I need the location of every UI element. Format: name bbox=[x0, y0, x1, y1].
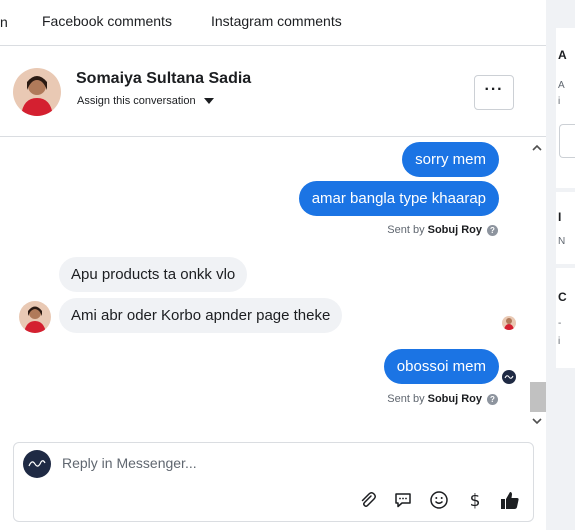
details-card: C - i bbox=[556, 268, 575, 368]
sent-by-name: Sobuj Roy bbox=[427, 393, 482, 405]
tab-partial[interactable]: n bbox=[0, 14, 8, 30]
message-scrollbar[interactable] bbox=[528, 138, 546, 430]
scroll-thumb[interactable] bbox=[530, 382, 546, 412]
message-incoming[interactable]: Ami abr oder Korbo apnder page theke bbox=[59, 298, 343, 333]
sent-by-name: Sobuj Roy bbox=[427, 224, 482, 236]
smiley-icon[interactable] bbox=[428, 489, 450, 511]
details-card-text: i bbox=[558, 336, 561, 347]
message-outgoing[interactable]: sorry mem bbox=[402, 142, 499, 177]
contact-avatar-small bbox=[19, 301, 51, 333]
inbox-tabs: n Facebook comments Instagram comments bbox=[0, 0, 546, 46]
scroll-up-icon[interactable] bbox=[528, 140, 546, 154]
reply-composer: $ bbox=[13, 442, 534, 522]
paperclip-icon[interactable] bbox=[357, 489, 379, 511]
caret-down-icon bbox=[203, 98, 214, 104]
details-card-text: - bbox=[558, 318, 562, 329]
contact-avatar[interactable] bbox=[13, 68, 61, 116]
dollar-icon[interactable]: $ bbox=[464, 489, 486, 511]
tab-facebook-comments[interactable]: Facebook comments bbox=[42, 13, 172, 29]
details-card-title: A bbox=[558, 48, 567, 62]
thumbs-up-icon[interactable] bbox=[499, 489, 521, 511]
scroll-down-icon[interactable] bbox=[528, 414, 546, 428]
tab-instagram-comments[interactable]: Instagram comments bbox=[211, 13, 342, 29]
page-avatar-small bbox=[502, 370, 516, 384]
message-outgoing[interactable]: obossoi mem bbox=[383, 349, 499, 384]
details-card: I N bbox=[556, 192, 575, 264]
sent-by-label: Sent by Sobuj Roy ? bbox=[387, 393, 498, 405]
message-thread: sorry mem amar bangla type khaarap Sent … bbox=[0, 138, 528, 430]
contact-name: Somaiya Sultana Sadia bbox=[76, 70, 252, 87]
help-icon[interactable]: ? bbox=[487, 393, 498, 405]
reply-input[interactable] bbox=[62, 455, 462, 471]
more-options-button[interactable]: ··· bbox=[474, 75, 514, 110]
message-incoming[interactable]: Apu products ta onkk vlo bbox=[59, 257, 248, 292]
details-card-text: N bbox=[558, 236, 566, 247]
help-icon[interactable]: ? bbox=[487, 224, 498, 236]
conversation-header: Somaiya Sultana Sadia Assign this conver… bbox=[0, 47, 546, 137]
message-outgoing[interactable]: amar bangla type khaarap bbox=[298, 181, 499, 216]
details-card-text: A bbox=[558, 80, 565, 91]
details-card-title: C bbox=[558, 290, 567, 304]
svg-text:$: $ bbox=[470, 491, 481, 510]
sent-by-prefix: Sent by bbox=[387, 224, 425, 236]
assign-label: Assign this conversation bbox=[77, 95, 196, 107]
more-icon: ··· bbox=[484, 80, 504, 98]
details-card-text: i bbox=[558, 96, 561, 107]
sent-by-prefix: Sent by bbox=[387, 393, 425, 405]
details-card-button[interactable] bbox=[559, 124, 575, 158]
chat-bubble-icon[interactable] bbox=[392, 489, 414, 511]
seen-avatar bbox=[502, 316, 516, 330]
right-details-panel: A A i I N C - i bbox=[546, 0, 575, 530]
sent-by-label: Sent by Sobuj Roy ? bbox=[387, 224, 498, 236]
details-card-title: I bbox=[558, 210, 562, 224]
assign-conversation-dropdown[interactable]: Assign this conversation bbox=[77, 95, 214, 107]
page-avatar bbox=[23, 450, 51, 478]
details-card: A A i bbox=[556, 28, 575, 188]
